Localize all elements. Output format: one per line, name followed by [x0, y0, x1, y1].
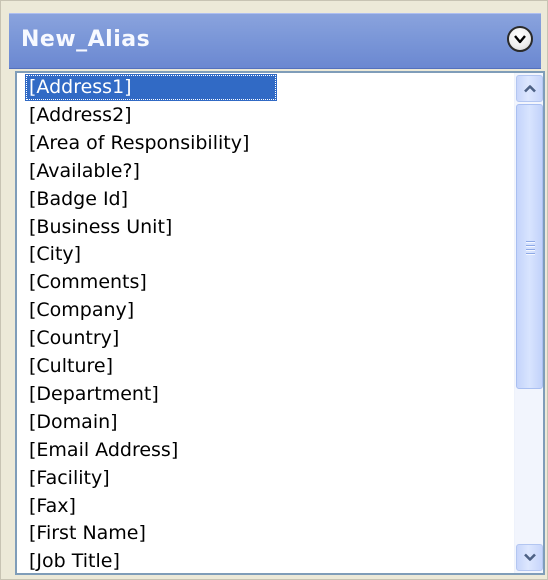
- panel-header[interactable]: New_Alias: [9, 13, 541, 69]
- list-item[interactable]: [Badge Id]: [25, 186, 132, 213]
- list-item[interactable]: [Business Unit]: [25, 214, 176, 241]
- scroll-down-button[interactable]: [516, 544, 543, 571]
- list-item[interactable]: [Company]: [25, 297, 138, 324]
- vertical-scrollbar[interactable]: [514, 73, 543, 573]
- list-item[interactable]: [Job Title]: [25, 548, 124, 573]
- list-item[interactable]: [Department]: [25, 381, 163, 408]
- chevron-up-icon: [524, 85, 536, 93]
- scroll-up-button[interactable]: [516, 75, 543, 102]
- listbox-items: [Address1] [Address2] [Area of Responsibil…: [17, 73, 512, 573]
- list-item[interactable]: [Address2]: [25, 102, 136, 129]
- grip-lines-icon: [526, 241, 535, 255]
- scroll-track[interactable]: [516, 391, 543, 541]
- list-item[interactable]: [First Name]: [25, 520, 150, 547]
- collapse-button[interactable]: [507, 26, 533, 52]
- list-item[interactable]: [Area of Responsibility]: [25, 130, 253, 157]
- field-listbox[interactable]: [Address1] [Address2] [Area of Responsibil…: [15, 71, 545, 575]
- list-item[interactable]: [Email Address]: [25, 437, 182, 464]
- list-item[interactable]: [City]: [25, 241, 85, 268]
- list-item[interactable]: [Comments]: [25, 269, 151, 296]
- list-item[interactable]: [Fax]: [25, 493, 80, 520]
- chevron-down-icon: [514, 35, 526, 44]
- list-item[interactable]: [Culture]: [25, 353, 117, 380]
- chevron-down-icon: [524, 553, 536, 561]
- panel-title: New_Alias: [21, 27, 151, 52]
- alias-panel: New_Alias [Address1] [Address2] [Area of R…: [0, 0, 548, 580]
- list-item[interactable]: [Domain]: [25, 409, 122, 436]
- list-item-selected[interactable]: [Address1]: [25, 74, 277, 101]
- list-item[interactable]: [Available?]: [25, 158, 144, 185]
- scroll-thumb[interactable]: [516, 104, 543, 389]
- list-item[interactable]: [Facility]: [25, 465, 114, 492]
- list-item[interactable]: [Country]: [25, 325, 123, 352]
